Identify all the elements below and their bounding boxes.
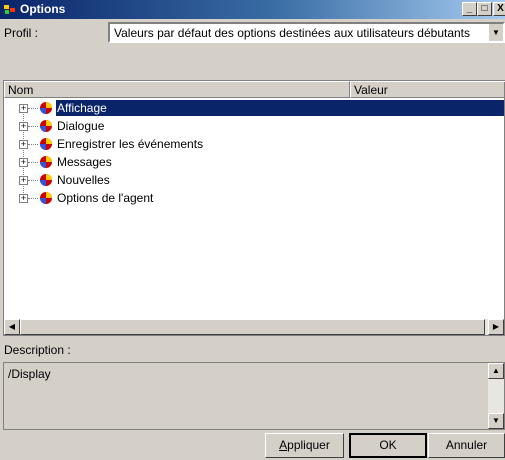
tree-item-label: Affichage xyxy=(56,100,504,116)
tree-connector-line xyxy=(28,126,38,127)
expand-icon[interactable]: + xyxy=(19,176,28,185)
profile-value: Valeurs par défaut des options destinées… xyxy=(114,26,471,40)
horizontal-scrollbar[interactable]: ◀ ▶ xyxy=(4,319,504,335)
ok-button[interactable]: OK xyxy=(349,433,427,458)
description-text: /Display xyxy=(8,367,51,381)
tree-item-label: Dialogue xyxy=(57,119,105,133)
column-header-name[interactable]: Nom xyxy=(4,81,350,98)
title-bar: Options _ □ X xyxy=(0,0,505,19)
scroll-thumb[interactable] xyxy=(20,319,485,335)
category-ball-icon xyxy=(40,156,52,168)
expand-icon[interactable]: + xyxy=(19,122,28,131)
cancel-button[interactable]: Annuler xyxy=(428,433,505,458)
tree-item[interactable]: + Affichage xyxy=(4,99,504,117)
category-ball-icon xyxy=(40,174,52,186)
scroll-right-icon[interactable]: ▶ xyxy=(488,319,504,335)
tree-connector-line xyxy=(28,108,38,109)
tree-item[interactable]: + Dialogue xyxy=(4,117,504,135)
tree-item-label: Options de l'agent xyxy=(57,191,154,205)
tree-item[interactable]: + Nouvelles xyxy=(4,171,504,189)
scroll-left-icon[interactable]: ◀ xyxy=(4,319,20,335)
column-header: Nom Valeur xyxy=(4,81,505,98)
tree-item[interactable]: + Enregistrer les événements xyxy=(4,135,504,153)
tree-item-label: Nouvelles xyxy=(57,173,110,187)
tree-connector-line xyxy=(28,198,38,199)
description-label: Description : xyxy=(4,343,71,357)
tree-connector-line xyxy=(28,180,38,181)
tree-connector-line xyxy=(28,144,38,145)
expand-icon[interactable]: + xyxy=(19,140,28,149)
description-box: /Display ▲ ▼ xyxy=(3,362,505,430)
dropdown-arrow-icon[interactable]: ▼ xyxy=(488,24,503,41)
scroll-down-icon[interactable]: ▼ xyxy=(488,413,504,429)
tree-item[interactable]: + Options de l'agent xyxy=(4,189,504,207)
tree-item[interactable]: + Messages xyxy=(4,153,504,171)
options-tree-panel: Nom Valeur + Affichage + Dialogue + Enregistr… xyxy=(3,80,505,336)
minimize-button[interactable]: _ xyxy=(462,2,477,16)
category-ball-icon xyxy=(40,120,52,132)
column-header-value[interactable]: Valeur xyxy=(350,81,505,98)
maximize-button[interactable]: □ xyxy=(477,2,492,16)
category-ball-icon xyxy=(40,192,52,204)
tree-item-label: Messages xyxy=(57,155,112,169)
apply-label: ppliquer xyxy=(287,438,330,452)
expand-icon[interactable]: + xyxy=(19,194,28,203)
apply-button[interactable]: Appliquer xyxy=(265,433,344,458)
category-ball-icon xyxy=(40,102,52,114)
category-ball-icon xyxy=(40,138,52,150)
profile-dropdown[interactable]: Valeurs par défaut des options destinées… xyxy=(108,22,505,43)
tree-item-label: Enregistrer les événements xyxy=(57,137,204,151)
scroll-up-icon[interactable]: ▲ xyxy=(488,363,504,379)
expand-icon[interactable]: + xyxy=(19,104,28,113)
expand-icon[interactable]: + xyxy=(19,158,28,167)
close-button[interactable]: X xyxy=(493,2,505,16)
profile-label: Profil : xyxy=(4,26,39,40)
tree-connector-line xyxy=(28,162,38,163)
window-title: Options xyxy=(20,2,66,16)
options-tree: + Affichage + Dialogue + Enregistrer les évén… xyxy=(4,99,504,207)
description-scrollbar[interactable]: ▲ ▼ xyxy=(488,363,504,429)
apply-mnemonic: A xyxy=(279,438,288,452)
options-app-icon xyxy=(4,5,15,14)
